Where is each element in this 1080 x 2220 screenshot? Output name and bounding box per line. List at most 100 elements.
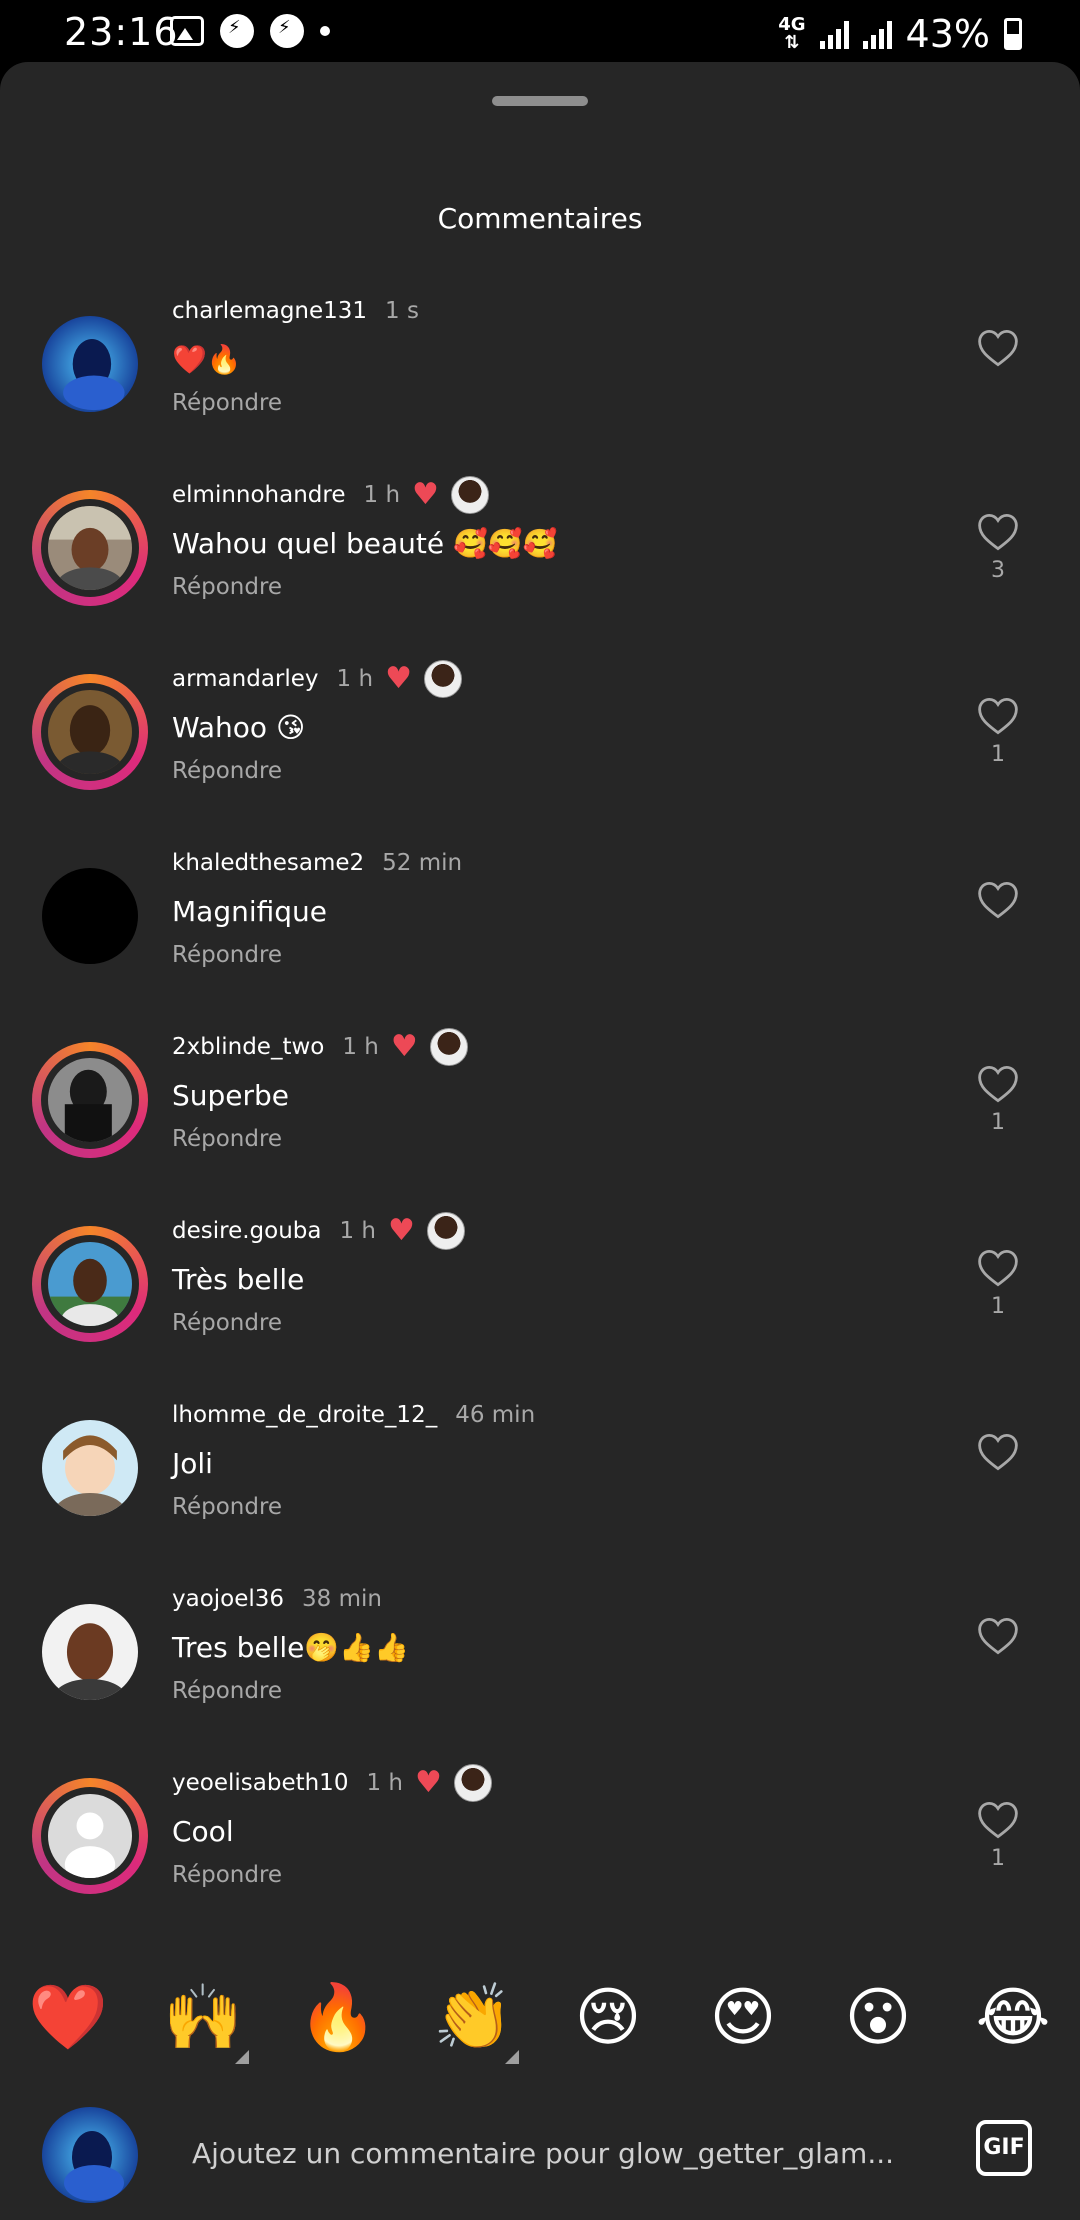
like-count: 3 <box>991 558 1005 583</box>
comment-input[interactable] <box>190 2124 954 2182</box>
comment-username[interactable]: charlemagne131 <box>172 298 367 324</box>
like-button[interactable]: 3 <box>974 512 1022 583</box>
comment-item[interactable]: khaledthesame2 52 min Magnifique Répondre <box>0 824 1080 1008</box>
heart-outline-icon[interactable] <box>974 1800 1022 1840</box>
surprised-emoji[interactable]: 😮 <box>838 1978 918 2058</box>
reply-button[interactable]: Répondre <box>172 758 932 784</box>
comment-item[interactable]: armandarley 1 h ♥ Wahoo 😘 Répondre 1 <box>0 640 1080 824</box>
comment-username[interactable]: yaojoel36 <box>172 1586 284 1612</box>
reply-button[interactable]: Répondre <box>172 1494 932 1520</box>
author-avatar <box>426 1212 465 1250</box>
gallery-icon <box>170 16 204 46</box>
heart-outline-icon[interactable] <box>974 1248 1022 1288</box>
heart-eyes-emoji[interactable]: 😍 <box>703 1978 783 2058</box>
like-button[interactable]: 1 <box>974 1800 1022 1871</box>
like-button[interactable] <box>974 880 1022 926</box>
commenter-avatar[interactable] <box>32 1778 148 1894</box>
heart-outline-icon[interactable] <box>974 696 1022 736</box>
heart-outline-icon[interactable] <box>974 1616 1022 1656</box>
like-button[interactable] <box>974 1432 1022 1478</box>
comment-username[interactable]: yeoelisabeth10 <box>172 1770 348 1796</box>
commenter-avatar[interactable] <box>32 1042 148 1158</box>
like-button[interactable]: 1 <box>974 1248 1022 1319</box>
commenter-avatar[interactable] <box>32 1594 148 1710</box>
comment-username[interactable]: 2xblinde_two <box>172 1034 324 1060</box>
clapping-emoji[interactable]: 👏 <box>433 1978 519 2064</box>
comment-body: yeoelisabeth10 1 h ♥ Cool Répondre <box>172 1760 932 1888</box>
crying-emoji[interactable]: 😢 <box>568 1978 648 2058</box>
comment-timestamp: 1 h <box>336 666 374 692</box>
gif-button[interactable]: GIF <box>976 2120 1032 2176</box>
sheet-drag-handle[interactable] <box>492 96 588 106</box>
comment-username[interactable]: lhomme_de_droite_12_ <box>172 1402 437 1428</box>
reply-button[interactable]: Répondre <box>172 942 932 968</box>
comment-timestamp: 1 h <box>366 1770 403 1796</box>
reply-button[interactable]: Répondre <box>172 1862 932 1888</box>
comment-body: desire.gouba 1 h ♥ Très belle Répondre <box>172 1208 932 1336</box>
comment-username[interactable]: desire.gouba <box>172 1218 321 1244</box>
like-button[interactable]: 1 <box>974 696 1022 767</box>
comment-item[interactable]: lhomme_de_droite_12_ 46 min Joli Répondre <box>0 1376 1080 1560</box>
heart-emoji[interactable]: ❤️ <box>28 1978 108 2058</box>
commenter-avatar[interactable] <box>32 858 148 974</box>
commenter-avatar[interactable] <box>32 674 148 790</box>
comment-header: yeoelisabeth10 1 h ♥ <box>172 1760 932 1806</box>
heart-outline-icon[interactable] <box>974 1064 1022 1104</box>
raised-hands-emoji[interactable]: 🙌 <box>163 1978 249 2064</box>
comment-item[interactable]: 2xblinde_two 1 h ♥ Superbe Répondre 1 <box>0 1008 1080 1192</box>
reply-button[interactable]: Répondre <box>172 1678 932 1704</box>
heart-outline-icon[interactable] <box>974 1432 1022 1472</box>
comment-body: 2xblinde_two 1 h ♥ Superbe Répondre <box>172 1024 932 1152</box>
heart-eyes-emoji-glyph: 😍 <box>709 1981 777 2055</box>
reply-button[interactable]: Répondre <box>172 1126 932 1152</box>
like-button[interactable]: 1 <box>974 1064 1022 1135</box>
network-type: 4G ⇅ <box>778 14 806 53</box>
comment-body: khaledthesame2 52 min Magnifique Répondre <box>172 840 932 968</box>
more-notifications-icon <box>320 26 330 36</box>
like-button[interactable] <box>974 328 1022 374</box>
commenter-avatar[interactable] <box>32 1226 148 1342</box>
heart-outline-icon[interactable] <box>974 880 1022 920</box>
status-time: 23:16 <box>64 10 179 54</box>
comment-text: ❤️🔥 <box>172 343 242 376</box>
author-avatar <box>450 476 489 514</box>
commenter-avatar[interactable] <box>32 1410 148 1526</box>
fire-emoji[interactable]: 🔥 <box>298 1978 378 2058</box>
reply-button[interactable]: Répondre <box>172 1310 932 1336</box>
comment-header: 2xblinde_two 1 h ♥ <box>172 1024 932 1070</box>
comment-timestamp: 1 h <box>342 1034 379 1060</box>
like-button[interactable] <box>974 1616 1022 1662</box>
signal-icon <box>819 19 849 49</box>
commenter-avatar[interactable] <box>32 490 148 606</box>
comment-item[interactable]: elminnohandre 1 h ♥ Wahou quel beauté 🥰🥰🥰 Ré… <box>0 456 1080 640</box>
current-user-avatar <box>42 2107 138 2203</box>
laughing-emoji[interactable]: 😂 <box>973 1978 1053 2058</box>
comment-item[interactable]: desire.gouba 1 h ♥ Très belle Répondre 1 <box>0 1192 1080 1376</box>
comment-text: Très belle <box>172 1263 305 1296</box>
network-label: 4G <box>778 14 806 35</box>
comment-body: charlemagne131 1 s ❤️🔥 Répondre <box>172 288 932 416</box>
commenter-avatar[interactable] <box>32 306 148 422</box>
heart-outline-icon[interactable] <box>974 512 1022 552</box>
comment-composer: GIF <box>0 2100 1080 2220</box>
comment-body: yaojoel36 38 min Tres belle🤭👍👍 Répondre <box>172 1576 932 1704</box>
author-avatar <box>429 1028 468 1066</box>
comment-item[interactable]: yaojoel36 38 min Tres belle🤭👍👍 Répondre <box>0 1560 1080 1744</box>
like-count: 1 <box>991 1110 1005 1135</box>
author-liked-heart-icon: ♥ <box>385 661 412 696</box>
heart-outline-icon[interactable] <box>974 328 1022 368</box>
comment-item[interactable]: charlemagne131 1 s ❤️🔥 Répondre <box>0 272 1080 456</box>
like-count: 1 <box>991 1294 1005 1319</box>
comment-username[interactable]: elminnohandre <box>172 482 346 508</box>
reply-button[interactable]: Répondre <box>172 390 932 416</box>
comment-item[interactable]: yeoelisabeth10 1 h ♥ Cool Répondre 1 <box>0 1744 1080 1928</box>
status-bar: 23:16 4G⇅ 43% <box>0 0 1080 62</box>
notification-icons <box>170 14 330 48</box>
author-liked-heart-icon: ♥ <box>412 477 439 512</box>
messenger-icon <box>220 14 254 48</box>
reply-button[interactable]: Répondre <box>172 574 932 600</box>
comment-username[interactable]: khaledthesame2 <box>172 850 364 876</box>
comment-username[interactable]: armandarley <box>172 666 319 692</box>
comment-text: Wahou quel beauté 🥰🥰🥰 <box>172 527 558 560</box>
comment-body: elminnohandre 1 h ♥ Wahou quel beauté 🥰🥰🥰 Ré… <box>172 472 932 600</box>
